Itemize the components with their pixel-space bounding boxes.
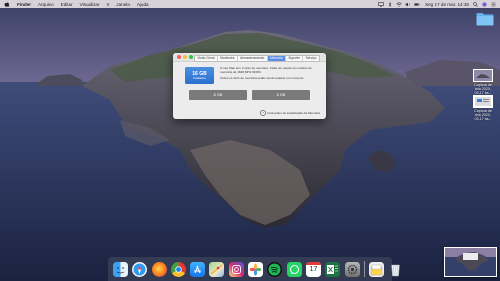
screenshot-preview-image bbox=[445, 248, 496, 276]
memory-upgrade-instructions-link[interactable]: ? Instruções de Atualização da Memória bbox=[260, 110, 320, 116]
preview-icon[interactable] bbox=[368, 261, 384, 277]
app-store-icon[interactable] bbox=[190, 261, 206, 277]
safari-icon[interactable] bbox=[132, 261, 148, 277]
memory-upgrade-instructions-label: Instruções de Atualização da Memória bbox=[267, 111, 320, 115]
memory-installed-label: Instalados bbox=[193, 75, 206, 80]
battery-icon[interactable] bbox=[414, 2, 420, 7]
folder-icon bbox=[476, 13, 494, 26]
menu-visualizar[interactable]: Visualizar bbox=[80, 2, 100, 7]
memory-info: O seu Mac tem 2 slots de memória. Cada u… bbox=[220, 66, 320, 82]
chrome-icon[interactable] bbox=[170, 261, 186, 277]
window-titlebar[interactable]: Visão Geral Monitores Armazenamento Memó… bbox=[173, 53, 326, 62]
desktop-icon-label: Captura de tela 2020- 03-17 às... bbox=[474, 109, 492, 121]
status-area: Seg 17 de mar. 14:35 bbox=[375, 1, 496, 7]
menu-editar[interactable]: Editar bbox=[61, 2, 73, 7]
desktop-screenshot-1[interactable]: Captura de tela 2020- 03-17 às... bbox=[466, 69, 500, 95]
system-preferences-icon[interactable] bbox=[344, 261, 360, 277]
memory-summary-card: 16 GB Instalados bbox=[185, 67, 214, 84]
trash-icon[interactable] bbox=[388, 262, 403, 277]
screenshot-thumbnail-icon bbox=[473, 95, 493, 108]
desktop-icon-label: Captura de tela 2020- 03-17 às... bbox=[474, 83, 492, 95]
maps-icon[interactable] bbox=[209, 261, 225, 277]
zoom-button[interactable] bbox=[189, 55, 193, 59]
desktop-wallpaper bbox=[0, 0, 500, 281]
minimize-button[interactable] bbox=[183, 55, 187, 59]
spotlight-icon[interactable] bbox=[472, 1, 478, 7]
desktop-screenshot-2[interactable]: Captura de tela 2020- 03-17 às... bbox=[466, 95, 500, 121]
notification-center-icon[interactable] bbox=[490, 2, 496, 7]
close-button[interactable] bbox=[177, 55, 181, 59]
memory-slot-1: 8 GB bbox=[189, 90, 247, 100]
memory-slots-status: Todos os slots de memória estão sendo us… bbox=[220, 75, 305, 80]
whatsapp-icon[interactable] bbox=[286, 261, 302, 277]
menu-ajuda[interactable]: Ajuda bbox=[137, 2, 149, 7]
memory-slots-description: O seu Mac tem 2 slots de memória. Cada u… bbox=[220, 66, 312, 74]
firefox-icon[interactable] bbox=[151, 261, 167, 277]
tab-support[interactable]: Suporte bbox=[286, 55, 304, 61]
memory-slot-1-size: 8 GB bbox=[213, 93, 223, 97]
apple-menu-icon[interactable] bbox=[4, 1, 10, 7]
menu-janela[interactable]: Janela bbox=[116, 2, 130, 7]
volume-icon[interactable] bbox=[405, 2, 411, 7]
spotify-icon[interactable] bbox=[267, 261, 283, 277]
dock-separator bbox=[363, 261, 365, 277]
siri-icon[interactable] bbox=[481, 1, 487, 7]
instagram-icon[interactable] bbox=[228, 261, 244, 277]
photos-icon[interactable] bbox=[248, 261, 264, 277]
finder-icon[interactable] bbox=[113, 261, 128, 277]
tab-service[interactable]: Serviço bbox=[303, 56, 319, 61]
menu-clock[interactable]: Seg 17 de mar. 14:35 bbox=[425, 2, 469, 7]
tab-displays[interactable]: Monitores bbox=[218, 55, 238, 61]
tab-overview[interactable]: Visão Geral bbox=[195, 55, 218, 61]
screenshot-thumbnail-icon bbox=[473, 69, 493, 82]
calendar-icon[interactable]: 17 bbox=[305, 261, 321, 277]
menu-bar: Finder Arquivo Editar Visualizar Ir Jane… bbox=[0, 0, 500, 8]
screenshot-preview-thumbnail[interactable] bbox=[444, 247, 497, 277]
menu-arquivo[interactable]: Arquivo bbox=[38, 2, 54, 7]
tab-bar: Visão Geral Monitores Armazenamento Memó… bbox=[194, 54, 320, 62]
dock: 17 bbox=[108, 257, 400, 281]
tab-storage[interactable]: Armazenamento bbox=[238, 55, 268, 61]
desktop-folder[interactable] bbox=[472, 12, 498, 26]
memory-slot-2: 8 GB bbox=[252, 90, 310, 100]
excel-icon[interactable] bbox=[325, 261, 341, 277]
bluetooth-icon[interactable] bbox=[387, 1, 393, 7]
help-icon: ? bbox=[260, 110, 267, 116]
calendar-day: 17 bbox=[309, 266, 318, 273]
tab-memory[interactable]: Memória bbox=[267, 55, 287, 61]
wifi-icon[interactable] bbox=[396, 2, 402, 7]
menu-finder[interactable]: Finder bbox=[17, 2, 31, 7]
about-this-mac-window: Visão Geral Monitores Armazenamento Memó… bbox=[173, 53, 326, 119]
menu-ir[interactable]: Ir bbox=[106, 2, 109, 7]
airplay-icon[interactable] bbox=[378, 1, 384, 7]
memory-slot-2-size: 8 GB bbox=[276, 93, 286, 97]
